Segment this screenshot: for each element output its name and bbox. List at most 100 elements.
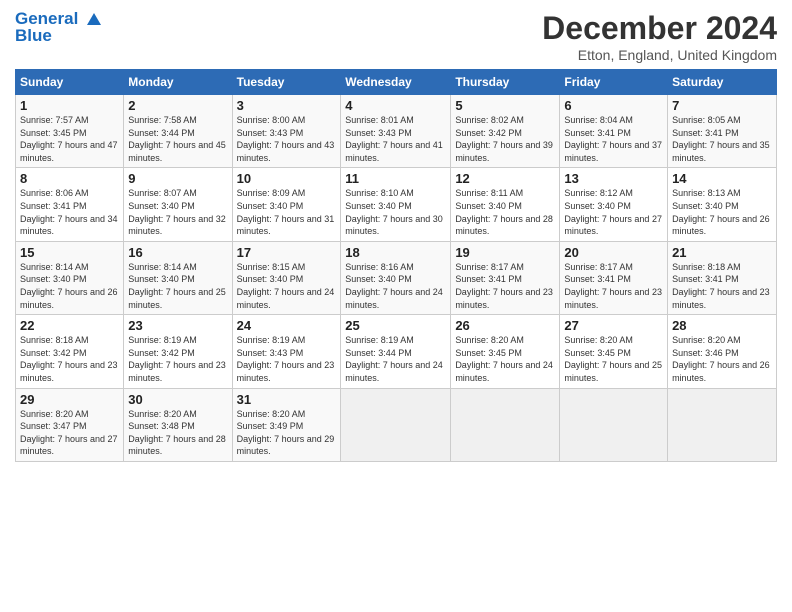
calendar-cell: 31Sunrise: 8:20 AMSunset: 3:49 PMDayligh… bbox=[232, 388, 341, 461]
cell-details: Sunrise: 8:20 AMSunset: 3:45 PMDaylight:… bbox=[455, 334, 555, 384]
cell-details: Sunrise: 8:04 AMSunset: 3:41 PMDaylight:… bbox=[564, 114, 663, 164]
cell-details: Sunrise: 8:11 AMSunset: 3:40 PMDaylight:… bbox=[455, 187, 555, 237]
page-subtitle: Etton, England, United Kingdom bbox=[542, 47, 777, 63]
cell-details: Sunrise: 8:10 AMSunset: 3:40 PMDaylight:… bbox=[345, 187, 446, 237]
cell-details: Sunrise: 8:17 AMSunset: 3:41 PMDaylight:… bbox=[564, 261, 663, 311]
cell-details: Sunrise: 8:18 AMSunset: 3:42 PMDaylight:… bbox=[20, 334, 119, 384]
calendar-cell: 17Sunrise: 8:15 AMSunset: 3:40 PMDayligh… bbox=[232, 241, 341, 314]
day-number: 9 bbox=[128, 171, 227, 186]
calendar-cell bbox=[451, 388, 560, 461]
cell-details: Sunrise: 8:20 AMSunset: 3:48 PMDaylight:… bbox=[128, 408, 227, 458]
col-sunday: Sunday bbox=[16, 70, 124, 95]
cell-details: Sunrise: 8:20 AMSunset: 3:49 PMDaylight:… bbox=[237, 408, 337, 458]
calendar-cell: 27Sunrise: 8:20 AMSunset: 3:45 PMDayligh… bbox=[560, 315, 668, 388]
calendar-cell: 19Sunrise: 8:17 AMSunset: 3:41 PMDayligh… bbox=[451, 241, 560, 314]
calendar-cell: 9Sunrise: 8:07 AMSunset: 3:40 PMDaylight… bbox=[124, 168, 232, 241]
calendar-cell: 23Sunrise: 8:19 AMSunset: 3:42 PMDayligh… bbox=[124, 315, 232, 388]
day-number: 15 bbox=[20, 245, 119, 260]
col-thursday: Thursday bbox=[451, 70, 560, 95]
day-number: 7 bbox=[672, 98, 772, 113]
day-number: 21 bbox=[672, 245, 772, 260]
cell-details: Sunrise: 8:19 AMSunset: 3:44 PMDaylight:… bbox=[345, 334, 446, 384]
day-number: 31 bbox=[237, 392, 337, 407]
cell-details: Sunrise: 8:05 AMSunset: 3:41 PMDaylight:… bbox=[672, 114, 772, 164]
cell-details: Sunrise: 7:58 AMSunset: 3:44 PMDaylight:… bbox=[128, 114, 227, 164]
cell-details: Sunrise: 8:15 AMSunset: 3:40 PMDaylight:… bbox=[237, 261, 337, 311]
calendar-cell: 21Sunrise: 8:18 AMSunset: 3:41 PMDayligh… bbox=[668, 241, 777, 314]
calendar-cell bbox=[560, 388, 668, 461]
calendar-week-row: 15Sunrise: 8:14 AMSunset: 3:40 PMDayligh… bbox=[16, 241, 777, 314]
calendar-cell: 10Sunrise: 8:09 AMSunset: 3:40 PMDayligh… bbox=[232, 168, 341, 241]
calendar-cell: 16Sunrise: 8:14 AMSunset: 3:40 PMDayligh… bbox=[124, 241, 232, 314]
cell-details: Sunrise: 8:20 AMSunset: 3:47 PMDaylight:… bbox=[20, 408, 119, 458]
col-tuesday: Tuesday bbox=[232, 70, 341, 95]
cell-details: Sunrise: 7:57 AMSunset: 3:45 PMDaylight:… bbox=[20, 114, 119, 164]
day-number: 5 bbox=[455, 98, 555, 113]
cell-details: Sunrise: 8:20 AMSunset: 3:46 PMDaylight:… bbox=[672, 334, 772, 384]
calendar-cell: 4Sunrise: 8:01 AMSunset: 3:43 PMDaylight… bbox=[341, 95, 451, 168]
calendar-cell: 30Sunrise: 8:20 AMSunset: 3:48 PMDayligh… bbox=[124, 388, 232, 461]
calendar-week-row: 22Sunrise: 8:18 AMSunset: 3:42 PMDayligh… bbox=[16, 315, 777, 388]
calendar-cell: 25Sunrise: 8:19 AMSunset: 3:44 PMDayligh… bbox=[341, 315, 451, 388]
cell-details: Sunrise: 8:06 AMSunset: 3:41 PMDaylight:… bbox=[20, 187, 119, 237]
day-number: 29 bbox=[20, 392, 119, 407]
calendar-cell: 22Sunrise: 8:18 AMSunset: 3:42 PMDayligh… bbox=[16, 315, 124, 388]
cell-details: Sunrise: 8:02 AMSunset: 3:42 PMDaylight:… bbox=[455, 114, 555, 164]
day-number: 10 bbox=[237, 171, 337, 186]
cell-details: Sunrise: 8:17 AMSunset: 3:41 PMDaylight:… bbox=[455, 261, 555, 311]
page-title: December 2024 bbox=[542, 10, 777, 47]
cell-details: Sunrise: 8:07 AMSunset: 3:40 PMDaylight:… bbox=[128, 187, 227, 237]
calendar-cell: 3Sunrise: 8:00 AMSunset: 3:43 PMDaylight… bbox=[232, 95, 341, 168]
calendar-cell: 11Sunrise: 8:10 AMSunset: 3:40 PMDayligh… bbox=[341, 168, 451, 241]
calendar-cell: 6Sunrise: 8:04 AMSunset: 3:41 PMDaylight… bbox=[560, 95, 668, 168]
cell-details: Sunrise: 8:14 AMSunset: 3:40 PMDaylight:… bbox=[20, 261, 119, 311]
cell-details: Sunrise: 8:20 AMSunset: 3:45 PMDaylight:… bbox=[564, 334, 663, 384]
col-saturday: Saturday bbox=[668, 70, 777, 95]
cell-details: Sunrise: 8:18 AMSunset: 3:41 PMDaylight:… bbox=[672, 261, 772, 311]
day-number: 19 bbox=[455, 245, 555, 260]
day-number: 17 bbox=[237, 245, 337, 260]
calendar-cell: 14Sunrise: 8:13 AMSunset: 3:40 PMDayligh… bbox=[668, 168, 777, 241]
day-number: 2 bbox=[128, 98, 227, 113]
title-block: December 2024 Etton, England, United Kin… bbox=[542, 10, 777, 63]
calendar-cell: 12Sunrise: 8:11 AMSunset: 3:40 PMDayligh… bbox=[451, 168, 560, 241]
calendar-week-row: 29Sunrise: 8:20 AMSunset: 3:47 PMDayligh… bbox=[16, 388, 777, 461]
day-number: 11 bbox=[345, 171, 446, 186]
day-number: 26 bbox=[455, 318, 555, 333]
calendar-cell: 7Sunrise: 8:05 AMSunset: 3:41 PMDaylight… bbox=[668, 95, 777, 168]
col-friday: Friday bbox=[560, 70, 668, 95]
calendar-cell: 13Sunrise: 8:12 AMSunset: 3:40 PMDayligh… bbox=[560, 168, 668, 241]
day-number: 23 bbox=[128, 318, 227, 333]
cell-details: Sunrise: 8:12 AMSunset: 3:40 PMDaylight:… bbox=[564, 187, 663, 237]
day-number: 18 bbox=[345, 245, 446, 260]
calendar-cell bbox=[341, 388, 451, 461]
calendar-cell: 29Sunrise: 8:20 AMSunset: 3:47 PMDayligh… bbox=[16, 388, 124, 461]
calendar-cell: 1Sunrise: 7:57 AMSunset: 3:45 PMDaylight… bbox=[16, 95, 124, 168]
day-number: 8 bbox=[20, 171, 119, 186]
day-number: 14 bbox=[672, 171, 772, 186]
day-number: 30 bbox=[128, 392, 227, 407]
day-number: 4 bbox=[345, 98, 446, 113]
calendar-header-row: Sunday Monday Tuesday Wednesday Thursday… bbox=[16, 70, 777, 95]
calendar-cell: 28Sunrise: 8:20 AMSunset: 3:46 PMDayligh… bbox=[668, 315, 777, 388]
day-number: 25 bbox=[345, 318, 446, 333]
calendar-page: General Blue December 2024 Etton, Englan… bbox=[0, 0, 792, 612]
cell-details: Sunrise: 8:14 AMSunset: 3:40 PMDaylight:… bbox=[128, 261, 227, 311]
day-number: 27 bbox=[564, 318, 663, 333]
calendar-cell bbox=[668, 388, 777, 461]
calendar-cell: 24Sunrise: 8:19 AMSunset: 3:43 PMDayligh… bbox=[232, 315, 341, 388]
cell-details: Sunrise: 8:19 AMSunset: 3:42 PMDaylight:… bbox=[128, 334, 227, 384]
calendar-cell: 18Sunrise: 8:16 AMSunset: 3:40 PMDayligh… bbox=[341, 241, 451, 314]
cell-details: Sunrise: 8:00 AMSunset: 3:43 PMDaylight:… bbox=[237, 114, 337, 164]
calendar-cell: 8Sunrise: 8:06 AMSunset: 3:41 PMDaylight… bbox=[16, 168, 124, 241]
calendar-week-row: 1Sunrise: 7:57 AMSunset: 3:45 PMDaylight… bbox=[16, 95, 777, 168]
day-number: 24 bbox=[237, 318, 337, 333]
day-number: 12 bbox=[455, 171, 555, 186]
col-monday: Monday bbox=[124, 70, 232, 95]
day-number: 16 bbox=[128, 245, 227, 260]
calendar-cell: 20Sunrise: 8:17 AMSunset: 3:41 PMDayligh… bbox=[560, 241, 668, 314]
calendar-cell: 15Sunrise: 8:14 AMSunset: 3:40 PMDayligh… bbox=[16, 241, 124, 314]
cell-details: Sunrise: 8:19 AMSunset: 3:43 PMDaylight:… bbox=[237, 334, 337, 384]
day-number: 22 bbox=[20, 318, 119, 333]
cell-details: Sunrise: 8:09 AMSunset: 3:40 PMDaylight:… bbox=[237, 187, 337, 237]
